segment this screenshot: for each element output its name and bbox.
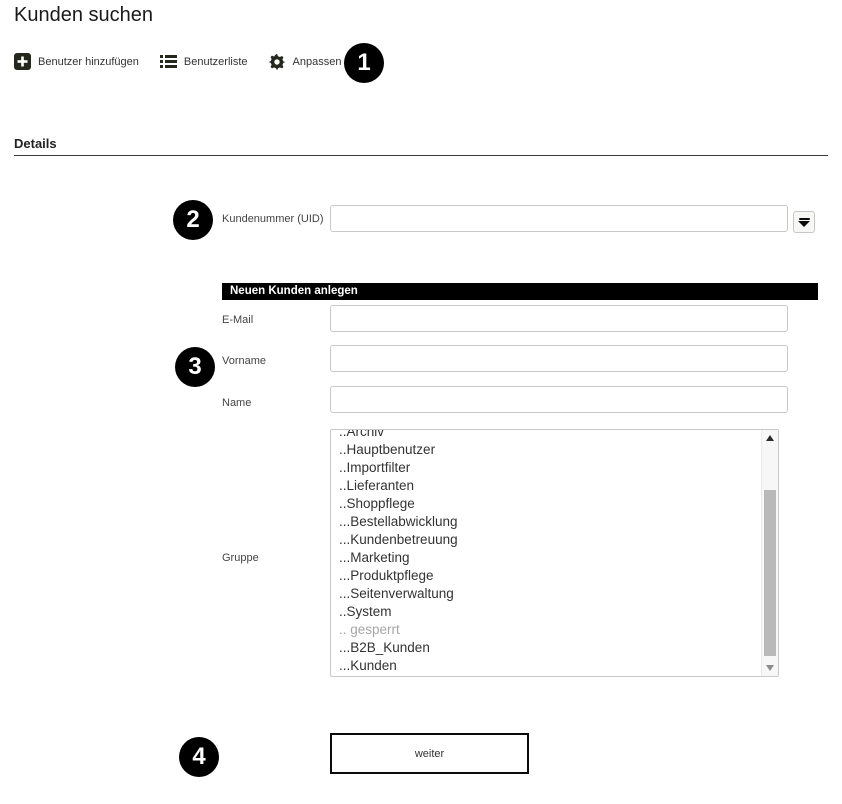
add-user-button[interactable]: Benutzer hinzufügen <box>14 53 139 70</box>
scrollbar[interactable] <box>761 430 778 676</box>
chevron-down-icon <box>798 221 810 227</box>
customer-number-label: Kundenummer (UID) <box>222 213 323 225</box>
list-item[interactable]: ...Bestellabwicklung <box>331 513 761 531</box>
list-item[interactable]: ...Marketing <box>331 549 761 567</box>
first-name-label: Vorname <box>222 355 266 367</box>
list-item[interactable]: ...Produktpflege <box>331 567 761 585</box>
details-heading: Details <box>14 136 57 151</box>
gear-icon <box>269 53 286 70</box>
list-item[interactable]: ...Kunden <box>331 657 761 675</box>
triangle-up-icon <box>766 435 774 441</box>
list-item[interactable]: ..Importfilter <box>331 459 761 477</box>
customize-label: Anpassen <box>293 56 342 68</box>
last-name-label: Name <box>222 397 251 409</box>
step-badge-2: 2 <box>173 200 213 240</box>
details-divider <box>14 155 828 156</box>
step-badge-4: 4 <box>179 737 219 777</box>
kunden-suchen-page: Kunden suchen Benutzer hinzufügen Benut <box>0 0 842 804</box>
triangle-down-icon <box>766 665 774 671</box>
list-item[interactable]: ...Kundenbetreuung <box>331 531 761 549</box>
email-field[interactable] <box>330 305 788 332</box>
list-item-disabled[interactable]: .. gesperrt <box>331 621 761 639</box>
group-listbox[interactable]: ..Archiv ..Hauptbenutzer ..Importfilter … <box>330 429 779 677</box>
page-title: Kunden suchen <box>14 4 153 27</box>
user-list-label: Benutzerliste <box>184 56 248 68</box>
weiter-button[interactable]: weiter <box>330 733 529 774</box>
group-label: Gruppe <box>222 552 259 564</box>
step-badge-1: 1 <box>344 43 384 83</box>
toolbar: Benutzer hinzufügen Benutzerliste Anpass… <box>14 53 341 70</box>
scrollbar-thumb[interactable] <box>764 490 776 656</box>
scroll-up-button[interactable] <box>762 430 778 446</box>
group-options: ..Archiv ..Hauptbenutzer ..Importfilter … <box>331 429 761 675</box>
list-item[interactable]: ..System <box>331 603 761 621</box>
customize-button[interactable]: Anpassen <box>269 53 342 70</box>
scroll-down-button[interactable] <box>762 660 778 676</box>
list-item[interactable]: ...B2B_Kunden <box>331 639 761 657</box>
list-item[interactable]: ..Shoppflege <box>331 495 761 513</box>
last-name-field[interactable] <box>330 386 788 413</box>
list-item[interactable]: ..Archiv <box>331 429 761 441</box>
customer-number-dropdown-button[interactable] <box>793 211 815 233</box>
list-item[interactable]: ..Lieferanten <box>331 477 761 495</box>
step-badge-3: 3 <box>175 347 215 387</box>
list-item[interactable]: ...Seitenverwaltung <box>331 585 761 603</box>
plus-square-icon <box>14 53 31 70</box>
user-list-button[interactable]: Benutzerliste <box>160 53 248 70</box>
add-user-label: Benutzer hinzufügen <box>38 56 139 68</box>
email-label: E-Mail <box>222 314 253 326</box>
dropdown-arrow-bar <box>799 218 810 220</box>
list-icon <box>160 53 177 70</box>
list-item[interactable]: ..Hauptbenutzer <box>331 441 761 459</box>
customer-number-input[interactable] <box>330 205 788 232</box>
section-header: Neuen Kunden anlegen <box>222 283 818 300</box>
first-name-field[interactable] <box>330 345 788 372</box>
